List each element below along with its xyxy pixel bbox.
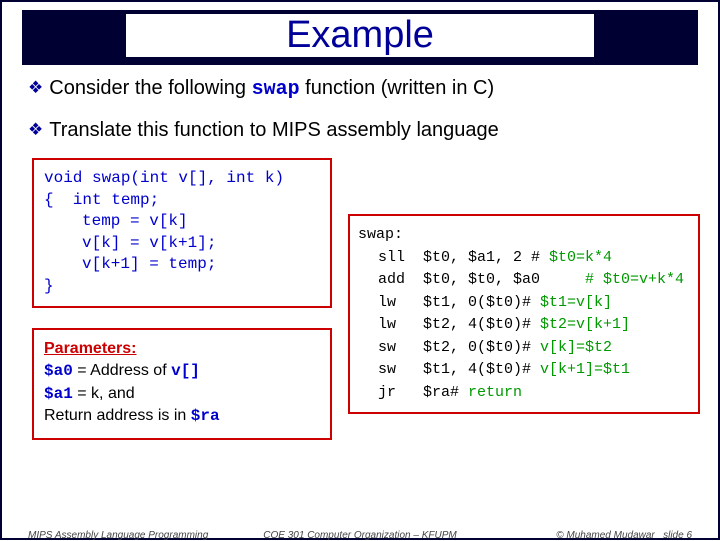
mips-line-4: lw $t2, 4($t0)# $t2=v[k+1] [358, 314, 690, 337]
mips-line-6: sw $t1, 4($t0)# v[k+1]=$t1 [358, 359, 690, 382]
mips-line-5: sw $t2, 0($t0)# v[k]=$t2 [358, 337, 690, 360]
parameters-box: Parameters: $a0 = Address of v[] $a1 = k… [32, 328, 332, 440]
c-line-5: v[k+1] = temp; [44, 254, 320, 276]
bullet-list: ❖ Consider the following swap function (w… [28, 75, 692, 144]
c-line-1: void swap(int v[], int k) [44, 168, 320, 190]
slide-title: Example [126, 14, 594, 57]
parameters-heading: Parameters: [44, 338, 320, 360]
diamond-icon: ❖ [28, 119, 43, 142]
bullet-1-post: function (written in C) [300, 77, 495, 99]
mips-line-3: lw $t1, 0($t0)# $t1=v[k] [358, 292, 690, 315]
bullet-2: ❖ Translate this function to MIPS assembl… [28, 117, 692, 144]
param-line-a0: $a0 = Address of v[] [44, 360, 320, 382]
slide-container: Example ❖ Consider the following swap fun… [0, 0, 720, 540]
c-code-box: void swap(int v[], int k) { int temp; te… [32, 158, 332, 308]
mips-line-1: sll $t0, $a1, 2 # $t0=k*4 [358, 247, 690, 270]
bullet-1-pre: Consider the following [49, 77, 251, 99]
param-line-a1: $a1 = k, and [44, 383, 320, 405]
mips-code-box: swap: sll $t0, $a1, 2 # $t0=k*4 add $t0,… [348, 214, 700, 414]
c-line-3: temp = v[k] [44, 211, 320, 233]
c-line-2: { int temp; [44, 190, 320, 212]
content-area: void swap(int v[], int k) { int temp; te… [32, 158, 718, 448]
mips-line-7: jr $ra# return [358, 382, 690, 405]
diamond-icon: ❖ [28, 77, 43, 100]
bullet-1: ❖ Consider the following swap function (w… [28, 75, 692, 103]
footer-right: © Muhamed Mudawar slide 6 [556, 530, 692, 541]
c-line-6: } [44, 276, 320, 298]
c-line-4: v[k] = v[k+1]; [44, 233, 320, 255]
mips-line-2: add $t0, $t0, $a0 # $t0=v+k*4 [358, 269, 690, 292]
param-line-ra: Return address is in $ra [44, 405, 320, 427]
bullet-2-text: Translate this function to MIPS assembly… [49, 119, 499, 141]
title-band: Example [22, 10, 698, 65]
mips-label: swap: [358, 224, 690, 247]
bullet-1-code: swap [252, 78, 300, 101]
